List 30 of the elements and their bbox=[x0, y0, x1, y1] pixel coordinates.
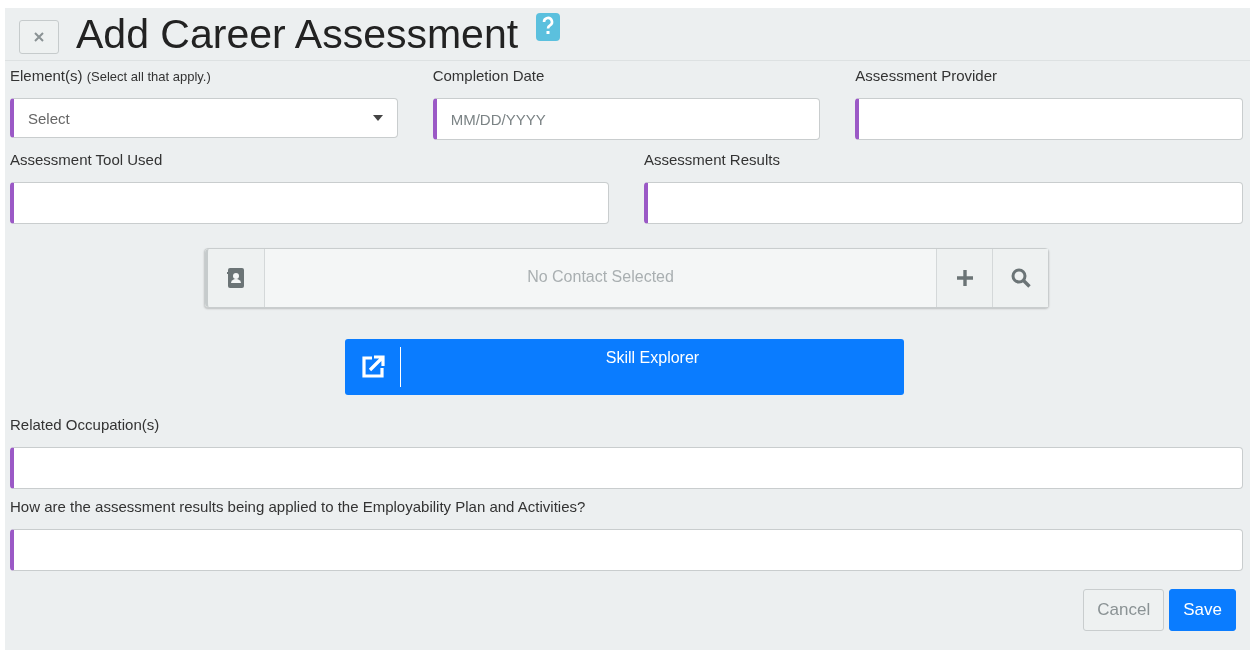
field-label: Assessment Results bbox=[644, 151, 780, 168]
caret-icon bbox=[372, 115, 383, 121]
input-field[interactable]: MM/DD/YYYY bbox=[432, 98, 821, 140]
field-label: Element(s) bbox=[10, 67, 83, 84]
address-book-icon bbox=[227, 268, 245, 288]
page-title: Add Career Assessment bbox=[76, 10, 519, 58]
save-button[interactable]: Save bbox=[1169, 589, 1236, 631]
search-button[interactable] bbox=[992, 249, 1048, 307]
add-contact-button[interactable] bbox=[936, 249, 992, 307]
external-link-icon bbox=[359, 354, 386, 380]
field-label: Related Occupation(s) bbox=[10, 416, 160, 433]
help-icon[interactable] bbox=[536, 13, 561, 41]
search-icon bbox=[1010, 268, 1031, 288]
input-field[interactable] bbox=[644, 182, 1243, 224]
field-hint: (Select all that apply.) bbox=[86, 69, 211, 84]
plus-icon bbox=[955, 269, 974, 287]
field-label: How are the assessment results being applied to the Employability Plan and Activities? bbox=[10, 498, 586, 515]
close-icon bbox=[34, 32, 44, 42]
contact-field[interactable]: No Contact Selected bbox=[265, 249, 936, 307]
input-field[interactable] bbox=[855, 98, 1243, 140]
field-label: Assessment Provider bbox=[855, 67, 998, 84]
cancel-button[interactable]: Cancel bbox=[1083, 589, 1165, 631]
skill-explorer-button[interactable]: Skill Explorer bbox=[345, 339, 904, 395]
select-field[interactable]: Select bbox=[10, 98, 398, 138]
input-field[interactable] bbox=[10, 529, 1243, 571]
field-label: Completion Date bbox=[432, 67, 545, 84]
close-button[interactable] bbox=[19, 20, 59, 54]
input-field[interactable] bbox=[10, 182, 609, 224]
field-label: Assessment Tool Used bbox=[10, 151, 163, 168]
input-field[interactable] bbox=[10, 447, 1243, 489]
